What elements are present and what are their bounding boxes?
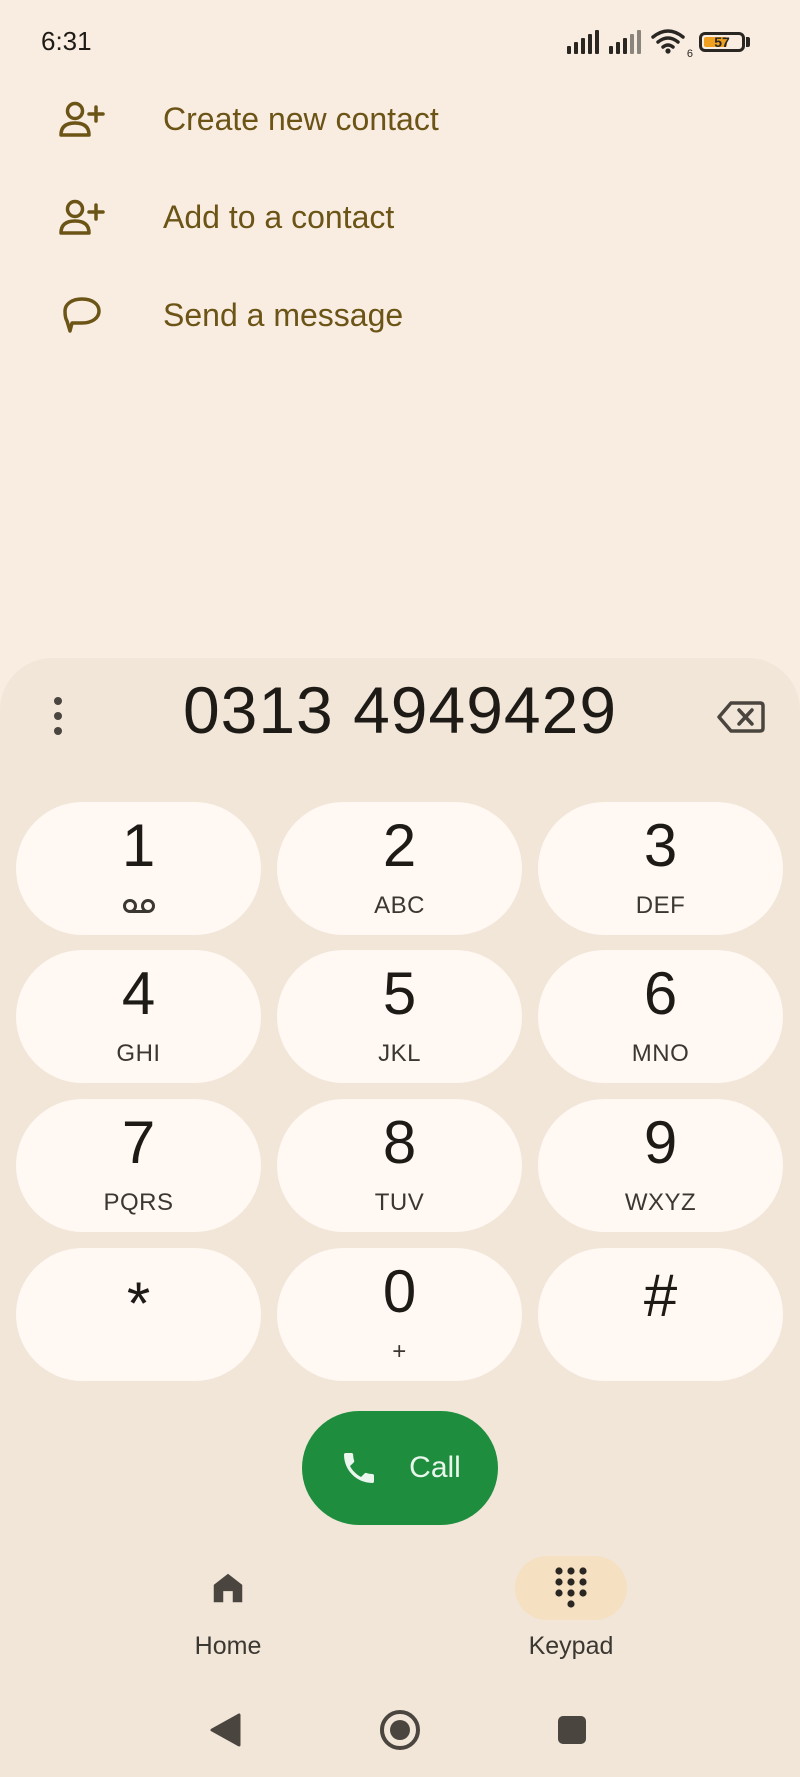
phone-icon [344, 1453, 375, 1483]
key-digit: 3 [643, 812, 678, 879]
key-star[interactable]: * [16, 1248, 261, 1381]
backspace-button[interactable] [714, 694, 768, 740]
call-label: Call [409, 1451, 461, 1484]
key-letters: PQRS [103, 1189, 174, 1216]
key-letters: GHI [116, 1040, 161, 1067]
nav-keypad-label: Keypad [528, 1632, 614, 1660]
key-digit: 6 [643, 960, 678, 1027]
nav-home-pill [172, 1556, 284, 1620]
nav-keypad-pill [515, 1556, 627, 1620]
create-new-contact-action[interactable]: Create new contact [0, 70, 800, 168]
add-person-icon [58, 193, 106, 241]
back-button[interactable] [196, 1700, 256, 1760]
key-letters: + [392, 1338, 407, 1365]
add-to-contact-action[interactable]: Add to a contact [0, 168, 800, 266]
status-icons: 6 57 [567, 28, 750, 60]
wifi-icon: 6 [651, 28, 693, 60]
more-options-button[interactable] [38, 688, 78, 744]
key-2[interactable]: 2 ABC [277, 802, 522, 935]
message-icon [58, 291, 106, 339]
send-message-action[interactable]: Send a message [0, 266, 800, 364]
key-digit: # [643, 1262, 678, 1329]
recents-icon [558, 1716, 586, 1744]
voicemail-icon [16, 898, 261, 914]
key-digit: 7 [121, 1109, 156, 1176]
key-letters: MNO [631, 1040, 690, 1067]
battery-level: 57 [714, 34, 730, 50]
key-1[interactable]: 1 [16, 802, 261, 935]
key-digit: 0 [382, 1258, 417, 1325]
battery-icon: 57 [699, 32, 750, 52]
system-nav [0, 1690, 800, 1770]
key-digit: 1 [121, 812, 156, 879]
recents-button[interactable] [542, 1700, 602, 1760]
key-hash[interactable]: # [538, 1248, 783, 1381]
key-4[interactable]: 4 GHI [16, 950, 261, 1083]
key-digit: 8 [382, 1109, 417, 1176]
key-digit: * [126, 1270, 151, 1337]
home-system-button[interactable] [370, 1700, 430, 1760]
back-icon [210, 1713, 241, 1747]
nav-home-label: Home [194, 1632, 262, 1660]
key-letters: JKL [378, 1040, 421, 1067]
key-letters: WXYZ [624, 1189, 697, 1216]
wifi-label: 6 [686, 48, 693, 60]
key-8[interactable]: 8 TUV [277, 1099, 522, 1232]
home-circle-icon [380, 1710, 420, 1750]
key-letters: ABC [374, 892, 425, 919]
key-7[interactable]: 7 PQRS [16, 1099, 261, 1232]
create-new-contact-label: Create new contact [163, 100, 439, 137]
key-digit: 2 [382, 812, 417, 879]
more-vert-icon [54, 697, 62, 705]
key-letters: TUV [374, 1189, 425, 1216]
signal-icon [567, 30, 599, 54]
signal-icon-2 [609, 30, 641, 54]
status-time: 6:31 [41, 26, 92, 56]
send-message-label: Send a message [163, 296, 404, 333]
key-digit: 5 [382, 960, 417, 1027]
key-0[interactable]: 0 + [277, 1248, 522, 1381]
add-person-icon [58, 95, 106, 143]
call-button[interactable]: Call [302, 1411, 498, 1525]
key-digit: 9 [643, 1109, 678, 1176]
backspace-icon [717, 701, 765, 733]
home-icon [213, 1573, 243, 1603]
key-3[interactable]: 3 DEF [538, 802, 783, 935]
bottom-nav: Home Keypad [0, 1556, 800, 1676]
dialed-number[interactable]: 0313 4949429 [100, 672, 700, 748]
key-letters: DEF [635, 892, 686, 919]
key-5[interactable]: 5 JKL [277, 950, 522, 1083]
key-6[interactable]: 6 MNO [538, 950, 783, 1083]
nav-keypad[interactable]: Keypad [491, 1556, 651, 1661]
nav-home[interactable]: Home [148, 1556, 308, 1661]
action-list: Create new contact Add to a contact Send… [0, 70, 800, 364]
key-digit: 4 [121, 960, 156, 1027]
add-to-contact-label: Add to a contact [163, 198, 395, 235]
dialpad-icon [555, 1567, 587, 1608]
key-9[interactable]: 9 WXYZ [538, 1099, 783, 1232]
